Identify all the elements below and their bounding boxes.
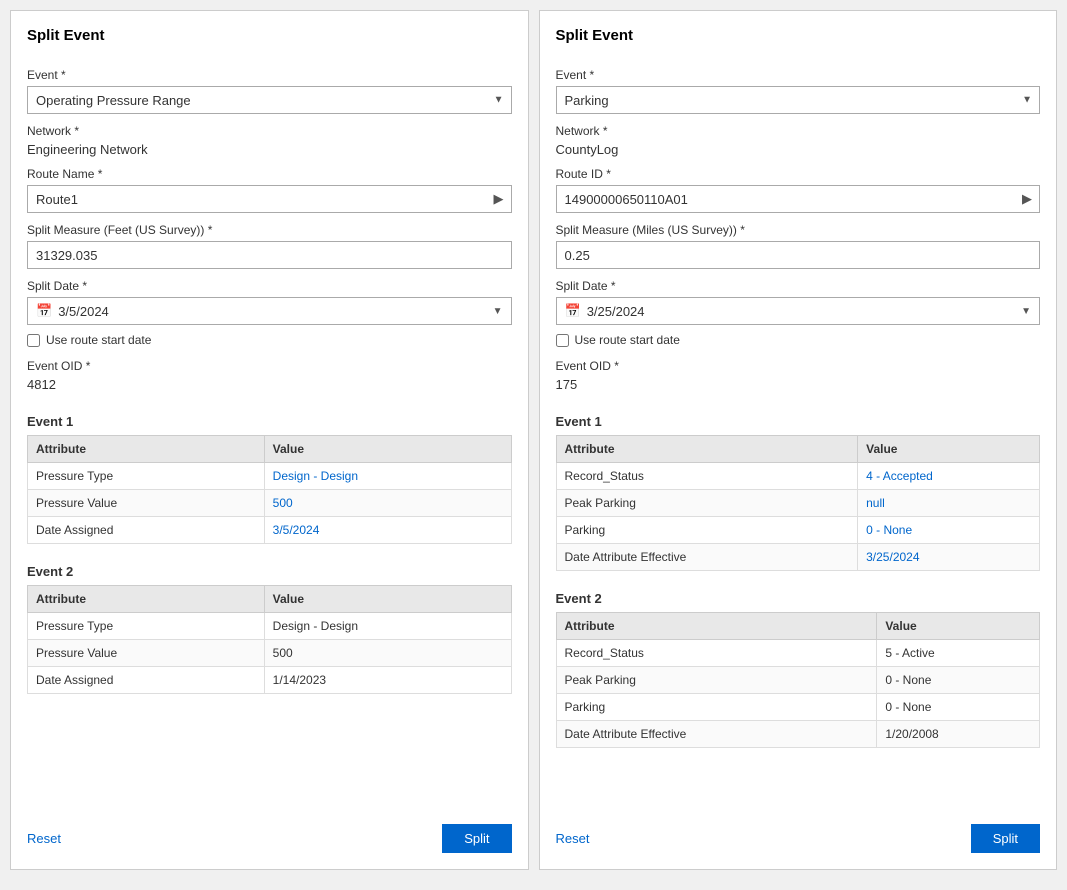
panel-1: Split Event Event * Operating Pressure R…: [10, 10, 529, 870]
event1-col2-header-1: Value: [264, 436, 511, 463]
event2-table-2: Attribute Value Record_Status5 - ActiveP…: [556, 612, 1041, 748]
event1-title-1: Event 1: [27, 414, 512, 429]
event-select-1[interactable]: Operating Pressure Range: [27, 86, 512, 114]
event-oid-label-1: Event OID *: [27, 359, 512, 373]
event1-title-2: Event 1: [556, 414, 1041, 429]
event2-table-1: Attribute Value Pressure TypeDesign - De…: [27, 585, 512, 694]
split-button-2[interactable]: Split: [971, 824, 1040, 853]
event2-col2-header-2: Value: [877, 613, 1040, 640]
split-date-label-1: Split Date *: [27, 279, 512, 293]
panel-2-footer: Reset Split: [556, 808, 1041, 853]
table-row: Parking: [556, 694, 877, 721]
split-measure-input-2[interactable]: [556, 241, 1041, 269]
split-measure-label-1: Split Measure (Feet (US Survey)) *: [27, 223, 512, 237]
event1-table-1: Attribute Value Pressure TypeDesign - De…: [27, 435, 512, 544]
table-row: 5 - Active: [877, 640, 1040, 667]
calendar-icon-1: 📅: [36, 303, 52, 319]
use-route-start-date-label-2: Use route start date: [575, 333, 680, 347]
table-row: Date Assigned: [28, 667, 265, 694]
calendar-icon-2: 📅: [565, 303, 581, 319]
split-date-arrow-1: ▼: [493, 306, 503, 317]
event1-table-2: Attribute Value Record_Status4 - Accepte…: [556, 435, 1041, 571]
table-row: 4 - Accepted: [858, 463, 1040, 490]
table-row: Pressure Type: [28, 463, 265, 490]
event-select-wrapper-2: Parking ▼: [556, 86, 1041, 114]
event2-col2-header-1: Value: [264, 586, 511, 613]
network-value-1: Engineering Network: [27, 142, 512, 157]
route-id-wrapper-2: ▶: [556, 185, 1041, 213]
table-row: Peak Parking: [556, 490, 858, 517]
table-row: Record_Status: [556, 463, 858, 490]
route-name-icon-1[interactable]: ▶: [494, 191, 504, 207]
event-label-1: Event *: [27, 68, 512, 82]
network-label-2: Network *: [556, 124, 1041, 138]
event-oid-value-1: 4812: [27, 377, 512, 392]
table-row: 0 - None: [858, 517, 1040, 544]
reset-button-2[interactable]: Reset: [556, 831, 590, 846]
event2-title-1: Event 2: [27, 564, 512, 579]
reset-button-1[interactable]: Reset: [27, 831, 61, 846]
table-row: Date Attribute Effective: [556, 721, 877, 748]
panel-2-title: Split Event: [556, 27, 1041, 44]
split-button-1[interactable]: Split: [442, 824, 511, 853]
table-row: Peak Parking: [556, 667, 877, 694]
event-oid-label-2: Event OID *: [556, 359, 1041, 373]
use-route-start-date-checkbox-2[interactable]: [556, 334, 569, 347]
event2-title-2: Event 2: [556, 591, 1041, 606]
table-row: Design - Design: [264, 613, 511, 640]
table-row: 1/20/2008: [877, 721, 1040, 748]
split-measure-label-2: Split Measure (Miles (US Survey)) *: [556, 223, 1041, 237]
table-row: Pressure Value: [28, 490, 265, 517]
table-row: Pressure Value: [28, 640, 265, 667]
route-id-input-2[interactable]: [556, 185, 1041, 213]
table-row: 500: [264, 640, 511, 667]
event-oid-value-2: 175: [556, 377, 1041, 392]
table-row: 0 - None: [877, 694, 1040, 721]
table-row: 0 - None: [877, 667, 1040, 694]
panel-1-title: Split Event: [27, 27, 512, 44]
use-route-start-date-checkbox-1[interactable]: [27, 334, 40, 347]
table-row: Parking: [556, 517, 858, 544]
event-select-2[interactable]: Parking: [556, 86, 1041, 114]
table-row: Design - Design: [264, 463, 511, 490]
table-row: null: [858, 490, 1040, 517]
panel-1-footer: Reset Split: [27, 808, 512, 853]
table-row: Date Attribute Effective: [556, 544, 858, 571]
split-date-value-1: 3/5/2024: [58, 304, 492, 319]
split-date-wrapper-2[interactable]: 📅 3/25/2024 ▼: [556, 297, 1041, 325]
table-row: 3/25/2024: [858, 544, 1040, 571]
use-route-start-date-row-2: Use route start date: [556, 333, 1041, 347]
network-label-1: Network *: [27, 124, 512, 138]
split-date-wrapper-1[interactable]: 📅 3/5/2024 ▼: [27, 297, 512, 325]
event-select-wrapper-1: Operating Pressure Range ▼: [27, 86, 512, 114]
split-date-value-2: 3/25/2024: [587, 304, 1021, 319]
event1-col2-header-2: Value: [858, 436, 1040, 463]
route-id-icon-2[interactable]: ▶: [1022, 191, 1032, 207]
event2-col1-header-2: Attribute: [556, 613, 877, 640]
table-row: 3/5/2024: [264, 517, 511, 544]
event1-col1-header-2: Attribute: [556, 436, 858, 463]
split-date-label-2: Split Date *: [556, 279, 1041, 293]
use-route-start-date-label-1: Use route start date: [46, 333, 151, 347]
table-row: 500: [264, 490, 511, 517]
table-row: 1/14/2023: [264, 667, 511, 694]
route-id-label-2: Route ID *: [556, 167, 1041, 181]
table-row: Record_Status: [556, 640, 877, 667]
table-row: Pressure Type: [28, 613, 265, 640]
event-label-2: Event *: [556, 68, 1041, 82]
route-name-input-1[interactable]: [27, 185, 512, 213]
route-name-wrapper-1: ▶: [27, 185, 512, 213]
split-measure-input-1[interactable]: [27, 241, 512, 269]
route-name-label-1: Route Name *: [27, 167, 512, 181]
split-date-arrow-2: ▼: [1021, 306, 1031, 317]
panel-2: Split Event Event * Parking ▼ Network * …: [539, 10, 1058, 870]
table-row: Date Assigned: [28, 517, 265, 544]
event1-col1-header-1: Attribute: [28, 436, 265, 463]
use-route-start-date-row-1: Use route start date: [27, 333, 512, 347]
event2-col1-header-1: Attribute: [28, 586, 265, 613]
network-value-2: CountyLog: [556, 142, 1041, 157]
